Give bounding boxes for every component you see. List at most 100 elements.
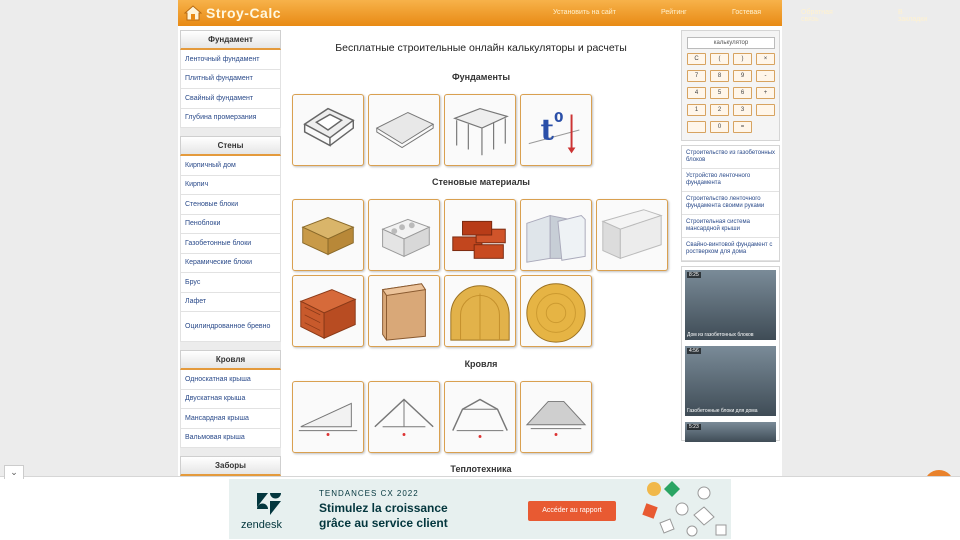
sidebar-link[interactable]: Керамические блоки xyxy=(180,253,281,273)
calc-key[interactable]: ) xyxy=(733,53,752,65)
calc-key[interactable] xyxy=(687,121,706,133)
sidebar-link[interactable]: Мансардная крыша xyxy=(180,409,281,429)
section-title-foundation: Фундамент xyxy=(180,30,281,50)
pile-foundation-tile[interactable] xyxy=(444,94,516,166)
main-content: Бесплатные строительные онлайн калькулят… xyxy=(285,30,677,475)
calc-key[interactable]: 2 xyxy=(710,104,729,116)
article-link[interactable]: Свайно-винтовой фундамент с ростверком д… xyxy=(682,238,779,261)
sidebar-link[interactable]: Ленточный фундамент xyxy=(180,50,281,70)
section-heading-foundations: Фундаменты xyxy=(451,72,511,82)
right-sidebar: калькулятор C ( ) × 7 8 9 - 4 5 6 + 1 2 … xyxy=(681,30,780,442)
section-heading-thermal: Теплотехника xyxy=(450,464,512,474)
round-log-tile[interactable] xyxy=(520,275,592,347)
section-title-walls: Стены xyxy=(180,136,281,156)
section-title-roof: Кровля xyxy=(180,350,281,370)
gable-roof-tile[interactable] xyxy=(368,381,440,453)
calc-key[interactable]: - xyxy=(756,70,775,82)
video-title: Газобетонные блоки для дома xyxy=(687,408,758,414)
sidebar-link[interactable]: Вальмовая крыша xyxy=(180,428,281,448)
sidebar-link[interactable]: Глубина промерзания xyxy=(180,108,281,128)
brick-house-tile[interactable] xyxy=(292,199,364,271)
timber-tile[interactable] xyxy=(368,275,440,347)
ad-collapse-button[interactable]: ⌄ xyxy=(4,465,24,479)
ad-banner-bar: ⌄ zendesk TENDANCES CX 2022 Stimulez la … xyxy=(0,465,960,540)
calc-key[interactable]: 3 xyxy=(733,104,752,116)
calc-key[interactable]: 1 xyxy=(687,104,706,116)
strip-foundation-tile[interactable] xyxy=(292,94,364,166)
ad-subheadline: grâce au service client xyxy=(319,516,448,530)
sidebar-link[interactable]: Газобетонные блоки xyxy=(180,234,281,254)
nav-guestbook[interactable]: Гостевая xyxy=(732,9,761,16)
site-logo[interactable]: Stroy-Calc xyxy=(184,5,364,21)
mansard-roof-tile[interactable] xyxy=(444,381,516,453)
video-thumbnail[interactable]: 5:23 xyxy=(685,422,776,442)
sidebar-link[interactable]: Односкатная крыша xyxy=(180,370,281,390)
calculator-display: калькулятор xyxy=(687,37,775,49)
left-sidebar: Фундамент Ленточный фундамент Плитный фу… xyxy=(180,30,281,476)
calc-key[interactable]: 9 xyxy=(733,70,752,82)
calc-key[interactable]: 5 xyxy=(710,87,729,99)
svg-text:t: t xyxy=(540,113,554,147)
half-log-tile[interactable] xyxy=(444,275,516,347)
calc-key[interactable]: 8 xyxy=(710,70,729,82)
article-link[interactable]: Строительная система мансардной крыши xyxy=(682,215,779,238)
sidebar-link[interactable]: Брус xyxy=(180,273,281,293)
foam-blocks-tile[interactable] xyxy=(520,199,592,271)
frost-depth-tile[interactable]: t0 xyxy=(520,94,592,166)
nav-rating[interactable]: Рейтинг xyxy=(661,9,687,16)
section-title-fences: Заборы xyxy=(180,456,281,476)
logo-text: Stroy-Calc xyxy=(206,5,282,21)
calc-key[interactable]: 7 xyxy=(687,70,706,82)
nav-feedback[interactable]: Обратная связь xyxy=(801,9,833,23)
article-link[interactable]: Строительство ленточного фундамента свои… xyxy=(682,192,779,215)
sidebar-link[interactable]: Пеноблоки xyxy=(180,214,281,234)
sidebar-link[interactable]: Лафет xyxy=(180,292,281,312)
video-duration: 4:56 xyxy=(687,348,701,354)
sidebar-link[interactable]: Кирпичный дом xyxy=(180,156,281,176)
ad-cta-button[interactable]: Accéder au rapport xyxy=(528,501,616,521)
article-links: Строительство из газобетонных блоков Уст… xyxy=(681,145,780,262)
video-title: Дом из газобетонных блоков xyxy=(687,332,754,338)
calc-key[interactable]: C xyxy=(687,53,706,65)
svg-text:0: 0 xyxy=(554,110,563,126)
calc-key[interactable] xyxy=(756,104,775,116)
calc-key[interactable]: 6 xyxy=(733,87,752,99)
section-heading-roofing: Кровля xyxy=(464,359,498,369)
calc-key[interactable]: 4 xyxy=(687,87,706,99)
zendesk-logo-icon xyxy=(257,493,281,521)
hip-roof-tile[interactable] xyxy=(520,381,592,453)
sidebar-link[interactable]: Оцилиндрованное бревно xyxy=(180,312,281,342)
calc-key[interactable]: + xyxy=(756,87,775,99)
sidebar-link[interactable]: Стеновые блоки xyxy=(180,195,281,215)
divider xyxy=(180,448,281,456)
aerated-blocks-tile[interactable] xyxy=(596,199,668,271)
article-link[interactable]: Строительство из газобетонных блоков xyxy=(682,146,779,169)
sidebar-link[interactable]: Двускатная крыша xyxy=(180,389,281,409)
video-thumbnail[interactable]: 8:25 Дом из газобетонных блоков xyxy=(685,270,776,340)
ceramic-blocks-tile[interactable] xyxy=(292,275,364,347)
shed-roof-tile[interactable] xyxy=(292,381,364,453)
brick-tile[interactable] xyxy=(368,199,440,271)
calculator-widget: калькулятор C ( ) × 7 8 9 - 4 5 6 + 1 2 … xyxy=(681,30,780,141)
ad-kicker: TENDANCES CX 2022 xyxy=(319,489,419,498)
house-icon xyxy=(184,5,202,21)
ad-illustration xyxy=(634,479,731,539)
nav-bookmarks[interactable]: В закладки xyxy=(898,9,927,23)
site-header: Stroy-Calc Установить на сайт Рейтинг Го… xyxy=(178,0,927,26)
zendesk-ad[interactable]: zendesk TENDANCES CX 2022 Stimulez la cr… xyxy=(229,479,731,539)
page-title: Бесплатные строительные онлайн калькулят… xyxy=(335,42,627,54)
calc-key[interactable]: = xyxy=(733,121,752,133)
sidebar-link[interactable]: Плитный фундамент xyxy=(180,69,281,89)
divider xyxy=(180,342,281,350)
slab-foundation-tile[interactable] xyxy=(368,94,440,166)
video-thumbnail[interactable]: 4:56 Газобетонные блоки для дома xyxy=(685,346,776,416)
sidebar-link[interactable]: Свайный фундамент xyxy=(180,89,281,109)
calc-key[interactable]: 0 xyxy=(710,121,729,133)
nav-install[interactable]: Установить на сайт xyxy=(553,9,616,16)
calc-key[interactable]: ( xyxy=(710,53,729,65)
sidebar-link[interactable]: Кирпич xyxy=(180,175,281,195)
calc-key[interactable]: × xyxy=(756,53,775,65)
article-link[interactable]: Устройство ленточного фундамента xyxy=(682,169,779,192)
wall-blocks-tile[interactable] xyxy=(444,199,516,271)
video-duration: 5:23 xyxy=(687,424,701,430)
